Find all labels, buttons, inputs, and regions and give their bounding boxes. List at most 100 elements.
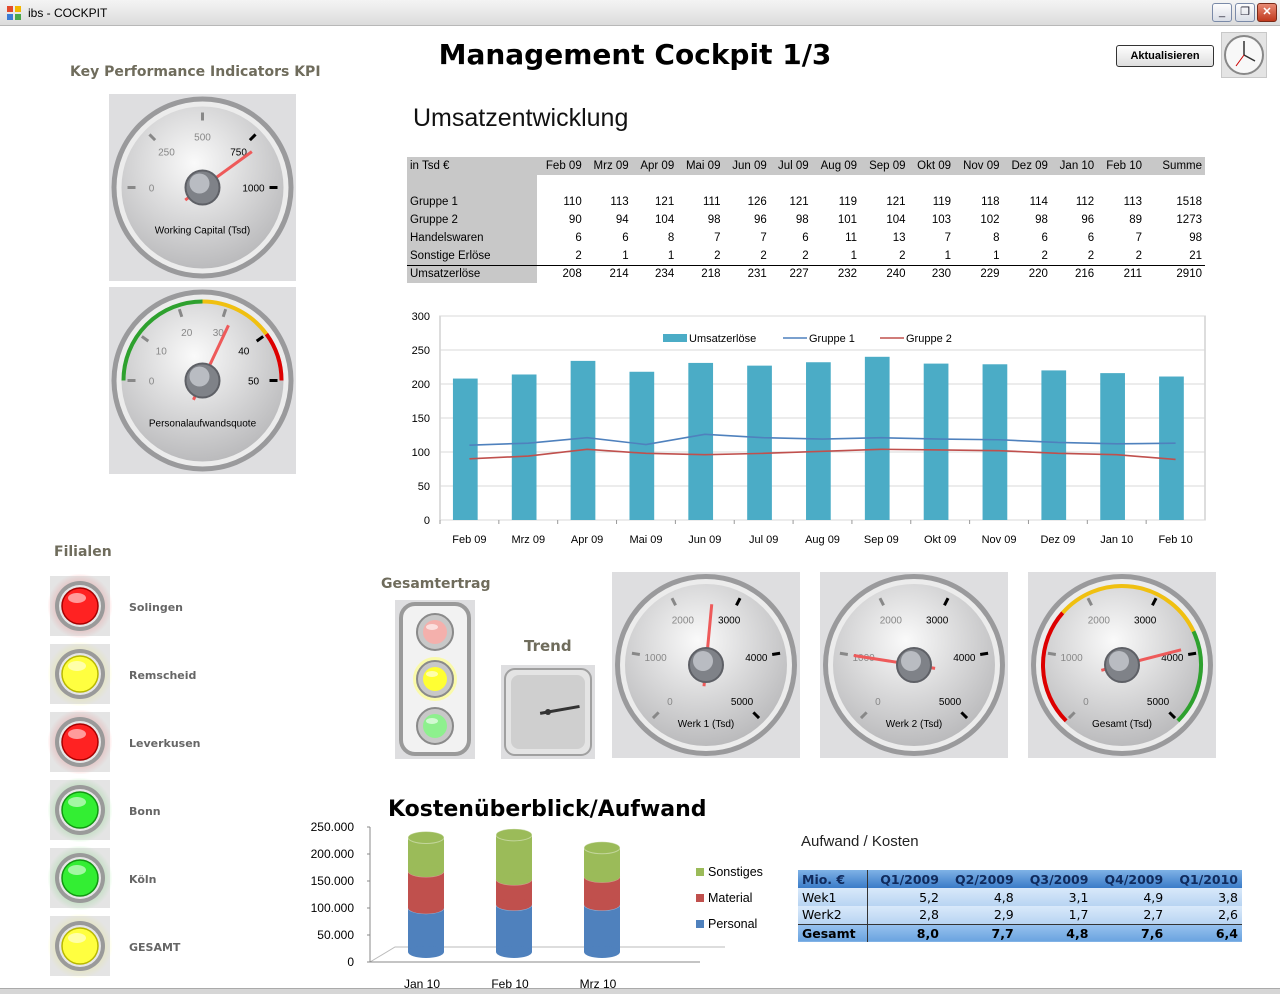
table-cell: 4,8 <box>942 888 1018 906</box>
table-cell: 112 <box>1075 196 1095 208</box>
bar-personal <box>584 904 620 952</box>
table-cell: 113 <box>1123 196 1142 208</box>
gauge-dial: 01020 304050Personalaufwandsquote <box>111 289 294 472</box>
branch-label: Remscheid <box>129 669 197 682</box>
gauge-tick-label: 20 <box>181 328 193 339</box>
table-cell: 2 <box>1087 249 1095 262</box>
x-tick-label: Sep 09 <box>864 534 899 546</box>
table-cell: 6 <box>622 232 629 244</box>
table-cell: 218 <box>677 264 724 283</box>
table-cell: Q1/2009 <box>867 870 943 888</box>
legend-label: Gruppe 2 <box>906 333 952 345</box>
gauge-tick-label: 50 <box>248 377 260 388</box>
gauge-tick-label: 250 <box>158 147 175 158</box>
gauge-tick-label: 40 <box>238 347 250 358</box>
bar-cap <box>583 841 621 855</box>
table-cell: Q2/2009 <box>942 870 1018 888</box>
table-column-header: Okt 09 <box>908 157 955 175</box>
table-cell: 121 <box>789 196 809 208</box>
table-cell: 7 <box>760 232 767 244</box>
table-cell: 90 <box>568 214 582 226</box>
revenue-heading: Gesamtertrag <box>381 576 491 592</box>
legend-swatch <box>663 334 687 342</box>
branch-label: Leverkusen <box>129 737 201 750</box>
table-cell: 2,6 <box>1167 906 1242 924</box>
bar-cap <box>584 870 620 883</box>
branch-label: Solingen <box>129 601 184 614</box>
minimize-icon[interactable]: _ <box>1212 3 1232 22</box>
table-cell: 6 <box>575 232 582 244</box>
gauge-label: Werk 1 (Tsd) <box>678 719 735 730</box>
bar-cap <box>408 901 444 914</box>
y-tick-label: 0 <box>347 955 354 969</box>
table-cell: 6,4 <box>1167 923 1242 942</box>
branch-light-green-icon <box>48 846 112 910</box>
bar-umsatz <box>747 365 772 520</box>
table-cell: 126 <box>747 196 767 208</box>
table-cell: 2,8 <box>867 906 943 924</box>
cost-chart: 050.000100.000150.000200.000250.000Jan 1… <box>311 820 763 991</box>
table-column-header: Apr 09 <box>631 157 678 175</box>
bar-umsatz <box>1100 373 1125 520</box>
expense-table: Mio. € Q1/2009 Q2/2009 Q3/2009 Q4/2009 Q1/201… <box>798 870 1242 942</box>
light-shine <box>68 797 86 807</box>
bar-cap <box>408 865 444 877</box>
table-column-header: Summe <box>1145 157 1205 175</box>
table-cell: Gesamt <box>798 923 869 942</box>
table-cell: 3,8 <box>1167 888 1242 906</box>
gauge-dial: 010002000 300040005000Gesamt (Tsd) <box>1031 574 1213 756</box>
gauge-tick-label: 2000 <box>672 616 695 627</box>
table-cell: 1 <box>993 249 1000 262</box>
table-cell: 8 <box>993 232 1000 244</box>
table-cell: 2 <box>802 249 809 262</box>
x-tick-label: Jun 09 <box>688 534 721 546</box>
table-cell: 119 <box>932 196 952 208</box>
gauge-tick <box>631 651 641 657</box>
table-column-header: Dez 09 <box>1002 157 1051 175</box>
gauge-tick <box>1187 651 1197 657</box>
legend-swatch <box>696 920 704 928</box>
refresh-button[interactable]: Aktualisieren <box>1116 45 1214 67</box>
legend-label: Umsatzerlöse <box>689 333 756 345</box>
table-cell: 1,7 <box>1017 906 1093 924</box>
gauge-label: Working Capital (Tsd) <box>155 226 250 237</box>
table-cell: 2,9 <box>942 906 1018 924</box>
table-cell: Mio. € <box>798 870 869 888</box>
sales-heading: Umsatzentwicklung <box>413 104 629 132</box>
table-row: Werk2 2,8 2,9 1,7 2,7 2,6 <box>798 906 1242 924</box>
clock-icon <box>1221 32 1267 78</box>
x-tick-label: Nov 09 <box>982 534 1017 546</box>
table-cell: 98 <box>1189 232 1202 244</box>
lamp-shine <box>426 624 438 630</box>
branch-light-red-icon <box>48 574 112 638</box>
light-shine <box>68 661 86 671</box>
row-label: Umsatzerlöse <box>407 264 537 283</box>
close-icon[interactable]: ✕ <box>1257 3 1277 22</box>
y-tick-label: 100 <box>412 447 430 459</box>
legend-swatch <box>696 868 704 876</box>
trend-pivot <box>545 709 551 715</box>
table-cell: 1273 <box>1176 214 1202 226</box>
maximize-icon[interactable]: ❐ <box>1235 3 1255 22</box>
gauge-tick-label: 0 <box>1083 697 1089 708</box>
y-tick-label: 200 <box>412 379 430 391</box>
table-header-label: in Tsd € <box>407 157 537 175</box>
table-cell: 232 <box>811 264 861 283</box>
table-cell: 98 <box>707 214 721 226</box>
table-cell: 7 <box>1135 232 1142 244</box>
branch-label: Köln <box>129 873 157 886</box>
x-tick-label: Jul 09 <box>749 534 778 546</box>
branch-light-red-icon <box>48 710 112 774</box>
table-cell: 121 <box>886 196 906 208</box>
table-cell: 102 <box>980 214 1000 226</box>
sales-table: in Tsd € Feb 09 Mrz 09 Apr 09 Mai 09 Jun 09 Ju… <box>407 157 1205 283</box>
y-tick-label: 300 <box>412 311 430 323</box>
gauge-tick-label: 3000 <box>926 616 949 627</box>
table-cell: 104 <box>655 214 675 226</box>
table-cell: 1 <box>850 249 858 262</box>
table-row: Gruppe 2 90 94 104 98 96 98 101 104 103 102 98 96 89 1… <box>407 211 1205 229</box>
table-cell: 114 <box>1029 196 1048 208</box>
y-tick-label: 200.000 <box>311 847 355 861</box>
gauge-tick-label: 4000 <box>745 653 768 664</box>
table-row: Wek1 5,2 4,8 3,1 4,9 3,8 <box>798 888 1242 906</box>
